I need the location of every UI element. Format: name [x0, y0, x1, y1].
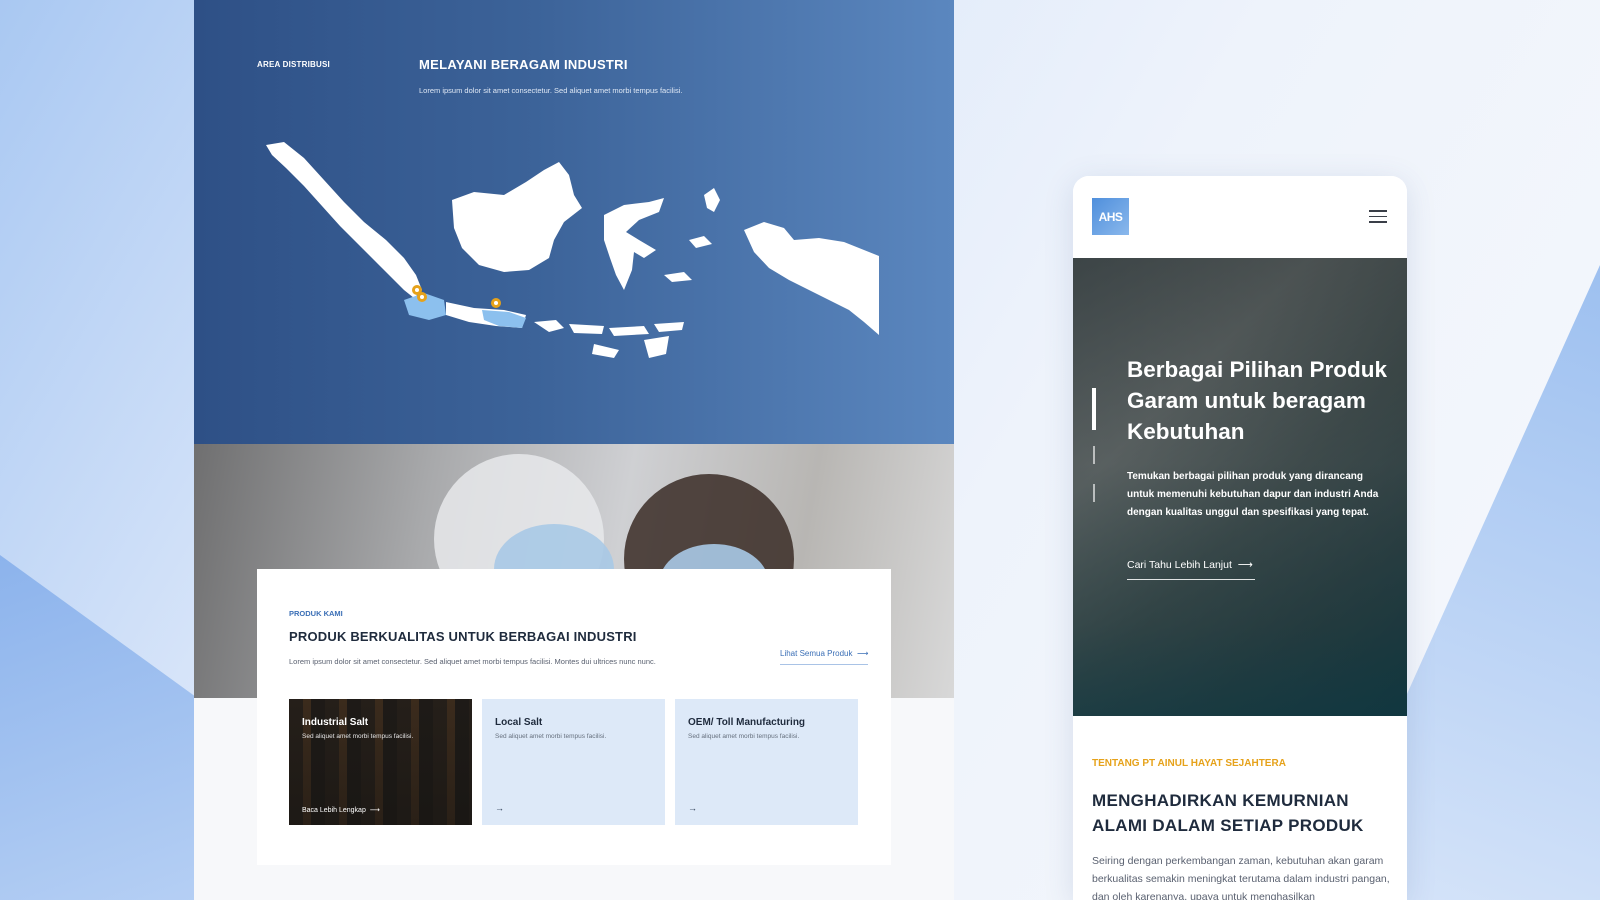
map-section-title: MELAYANI BERAGAM INDUSTRI — [419, 57, 628, 72]
learn-more-label: Cari Tahu Lebih Lanjut — [1127, 559, 1232, 571]
distribution-map-section: AREA DISTRIBUSI MELAYANI BERAGAM INDUSTR… — [194, 0, 954, 444]
brand-logo[interactable]: AHS — [1092, 198, 1129, 235]
map-island-sumatra — [266, 142, 422, 298]
map-island-papua — [744, 222, 879, 335]
arrow-right-icon: ⟶ — [367, 807, 380, 814]
desktop-mockup: AREA DISTRIBUSI MELAYANI BERAGAM INDUSTR… — [194, 0, 954, 900]
mobile-hero: Berbagai Pilihan Produk Garam untuk bera… — [1073, 258, 1407, 716]
tile-title: Industrial Salt — [302, 717, 369, 728]
background-shape-right — [1400, 265, 1600, 900]
arrow-right-icon: ⟶ — [854, 649, 869, 658]
product-tile-oem[interactable]: OEM/ Toll Manufacturing Sed aliquet amet… — [675, 699, 858, 825]
tile-subtitle: Sed aliquet amet morbi tempus facilisi. — [302, 733, 414, 740]
read-more-label: Baca Lebih Lengkap — [302, 807, 366, 814]
map-island-sulawesi — [604, 198, 664, 290]
see-all-products-label: Lihat Semua Produk — [780, 649, 853, 658]
product-tiles: Industrial Salt Sed aliquet amet morbi t… — [289, 699, 858, 825]
hero-title: Berbagai Pilihan Produk Garam untuk bera… — [1127, 357, 1388, 444]
map-island-maluku — [664, 188, 720, 282]
arrow-right-icon[interactable]: → — [495, 803, 504, 813]
learn-more-link[interactable]: Cari Tahu Lebih Lanjut ⟶ — [1127, 559, 1255, 580]
products-description: Lorem ipsum dolor sit amet consectetur. … — [289, 657, 656, 666]
map-island-kalimantan — [452, 162, 582, 272]
hamburger-menu-icon[interactable] — [1369, 210, 1387, 223]
products-kicker: PRODUK KAMI — [289, 609, 343, 618]
product-tile-industrial-salt[interactable]: Industrial Salt Sed aliquet amet morbi t… — [289, 699, 472, 825]
about-description: Seiring dengan perkembangan zaman, kebut… — [1092, 855, 1390, 900]
tile-title: OEM/ Toll Manufacturing — [688, 717, 806, 728]
arrow-right-icon: ⟶ — [1234, 559, 1253, 571]
mobile-mockup: AHS Berbagai Pilihan Produk Garam untuk … — [1073, 176, 1407, 900]
arrow-right-icon[interactable]: → — [688, 803, 697, 813]
map-section-description: Lorem ipsum dolor sit amet consectetur. … — [419, 86, 683, 95]
product-tile-local-salt[interactable]: Local Salt Sed aliquet amet morbi tempus… — [482, 699, 665, 825]
about-kicker: TENTANG PT AINUL HAYAT SEJAHTERA — [1092, 758, 1286, 769]
read-more-link[interactable]: Baca Lebih Lengkap ⟶ — [302, 806, 380, 814]
products-card: PRODUK KAMI PRODUK BERKUALITAS UNTUK BER… — [257, 569, 891, 865]
indonesia-map — [266, 142, 879, 358]
products-title: PRODUK BERKUALITAS UNTUK BERBAGAI INDUST… — [289, 629, 637, 644]
map-island-java-east-highlight — [482, 310, 526, 328]
background-shape-left — [0, 555, 200, 900]
map-pin-icon[interactable] — [491, 298, 501, 308]
area-label: AREA DISTRIBUSI — [257, 60, 330, 69]
see-all-products-link[interactable]: Lihat Semua Produk ⟶ — [780, 649, 869, 665]
slide-indicator-active[interactable] — [1092, 388, 1096, 430]
mobile-header: AHS — [1073, 176, 1407, 258]
tile-subtitle: Sed aliquet amet morbi tempus facilisi. — [688, 733, 800, 740]
slide-indicator[interactable] — [1093, 484, 1095, 502]
tile-subtitle: Sed aliquet amet morbi tempus facilisi. — [495, 733, 607, 740]
map-pin-icon[interactable] — [417, 292, 427, 302]
tile-title: Local Salt — [495, 717, 543, 728]
map-island-nusa-tenggara — [534, 320, 684, 358]
hero-description: Temukan berbagai pilihan produk yang dir… — [1127, 471, 1379, 518]
about-title: MENGHADIRKAN KEMURNIAN ALAMI DALAM SETIA… — [1092, 791, 1364, 835]
slide-indicator[interactable] — [1093, 446, 1095, 464]
